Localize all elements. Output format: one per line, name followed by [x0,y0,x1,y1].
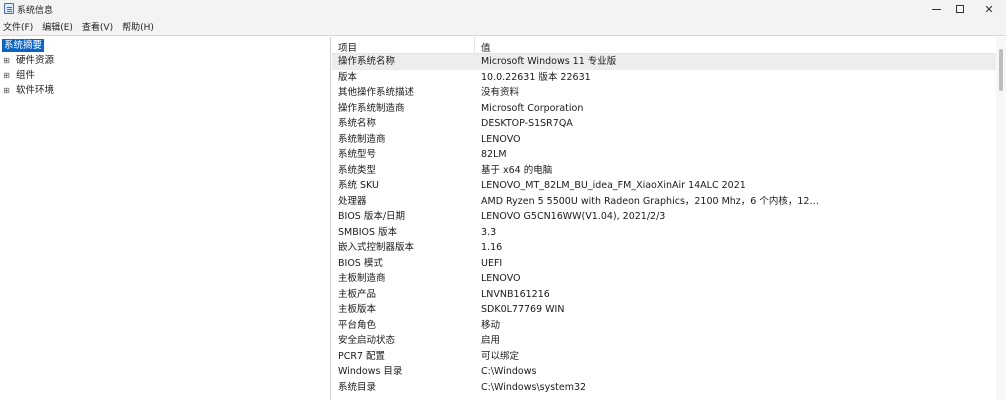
menu-bar: 文件(F) 编辑(E) 查看(V) 帮助(H) [0,18,1006,36]
row-item: 系统目录 [338,381,377,393]
row-item: BIOS 版本/日期 [338,211,406,222]
row-item: PCR7 配置 [338,350,386,362]
column-divider[interactable] [474,37,475,54]
row-value: 3.3 [481,226,497,238]
table-row[interactable]: 主板制造商 LENOVO [332,271,1006,287]
tree-item-label: 硬件资源 [16,54,55,66]
row-value: 1.16 [481,242,503,253]
row-item: 平台角色 [338,319,377,331]
table-row[interactable]: 版本 10.0.22631 版本 22631 [332,70,1006,86]
row-value: LENOVO [481,273,521,284]
title-bar: 系统信息 ✕ [0,0,1006,18]
row-value: LENOVO_MT_82LM_BU_idea_FM_XiaoXinAir 14A… [481,180,746,191]
row-item: 版本 [338,71,358,83]
row-value: LENOVO [481,133,521,145]
maximize-icon [956,5,964,13]
tree-item-label: 系统摘要 [2,38,45,52]
table-row[interactable]: 平台角色 移动 [332,318,1006,334]
row-value: 82LM [481,149,507,160]
row-value: LNVNB161216 [481,288,550,300]
row-value: 基于 x64 的电脑 [481,164,553,176]
close-button[interactable]: ✕ [969,0,1006,18]
table-row[interactable]: 系统制造商 LENOVO [332,132,1006,148]
row-item: SMBIOS 版本 [338,226,398,238]
row-value: C:\Windows\system32 [481,381,587,393]
row-item: 系统制造商 [338,133,386,145]
row-item: 系统类型 [338,164,377,176]
expand-icon[interactable]: ⊞ [2,56,11,65]
table-row[interactable]: Windows 目录 C:\Windows [332,364,1006,380]
close-icon: ✕ [984,2,994,16]
table-row[interactable]: BIOS 版本/日期 LENOVO G5CN16WW(V1.04), 2021/2… [332,209,1006,225]
expand-icon[interactable]: ⊞ [2,71,11,80]
row-value: Microsoft Corporation [481,102,584,114]
row-item: 主板版本 [338,304,377,315]
table-row[interactable]: 系统类型 基于 x64 的电脑 [332,163,1006,179]
row-value: AMD Ryzen 5 5500U with Radeon Graphics，2… [481,195,819,207]
row-value: 启用 [481,335,501,346]
window-title: 系统信息 [17,6,54,16]
row-item: 系统 SKU [338,180,379,191]
row-item: 系统型号 [338,149,377,160]
vertical-scrollbar[interactable] [996,37,1006,400]
tree-item-label: 软件环境 [16,84,55,96]
table-row[interactable]: 系统目录 C:\Windows\system32 [332,380,1006,396]
category-tree: 系统摘要 ⊞ 硬件资源 ⊞ 组件 ⊞ 软件环境 [0,37,331,400]
row-value: UEFI [481,257,503,269]
table-row[interactable]: 其他操作系统描述 没有资料 [332,85,1006,101]
row-value: Microsoft Windows 11 专业版 [481,56,617,67]
system-info-app-icon [4,3,14,14]
row-item: 处理器 [338,195,367,207]
row-item: BIOS 模式 [338,257,383,269]
expand-icon[interactable]: ⊞ [2,86,11,95]
row-item: 操作系统名称 [338,56,396,67]
row-item: 主板制造商 [338,273,386,284]
table-row[interactable]: 主板产品 LNVNB161216 [332,287,1006,303]
system-information-window: 系统信息 ✕ 文件(F) 编辑(E) 查看(V) 帮助(H) 系统摘要 ⊞ 硬件… [0,0,1006,400]
table-row[interactable]: 系统名称 DESKTOP-S1SR7QA [332,116,1006,132]
list-rows: 操作系统名称 Microsoft Windows 11 专业版版本 10.0.226… [332,54,1006,395]
table-row[interactable]: 系统 SKU LENOVO_MT_82LM_BU_idea_FM_XiaoXinA… [332,178,1006,194]
row-item: Windows 目录 [338,366,403,377]
row-value: LENOVO G5CN16WW(V1.04), 2021/2/3 [481,211,666,222]
row-value: DESKTOP-S1SR7QA [481,118,573,129]
scrollbar-thumb[interactable] [999,49,1003,91]
menu-help[interactable]: 帮助(H) [119,20,160,33]
table-row[interactable]: 处理器 AMD Ryzen 5 5500U with Radeon Graphic… [332,194,1006,210]
row-item: 操作系统制造商 [338,102,405,114]
tree-item-system-summary[interactable]: 系统摘要 [2,38,45,52]
row-item: 嵌入式控制器版本 [338,242,415,253]
table-row[interactable]: PCR7 配置 可以绑定 [332,349,1006,365]
row-item: 安全启动状态 [338,335,396,346]
row-value: 移动 [481,319,501,331]
tree-item-label: 组件 [16,69,36,81]
menu-edit[interactable]: 编辑(E) [39,20,79,33]
table-row[interactable]: SMBIOS 版本 3.3 [332,225,1006,241]
menu-view[interactable]: 查看(V) [79,20,119,33]
row-item: 主板产品 [338,288,377,300]
table-row[interactable]: 系统型号 82LM [332,147,1006,163]
tree-item-components[interactable]: ⊞ 组件 [2,68,37,82]
table-row[interactable]: 操作系统名称 Microsoft Windows 11 专业版 [332,54,1006,70]
list-header: 项目 值 [332,37,1006,54]
tree-item-hardware-resources[interactable]: ⊞ 硬件资源 [2,53,56,67]
menu-file[interactable]: 文件(F) [0,20,39,33]
row-value: 可以绑定 [481,350,520,362]
table-row[interactable]: 嵌入式控制器版本 1.16 [332,240,1006,256]
row-item: 其他操作系统描述 [338,87,415,98]
column-header-value[interactable]: 值 [481,40,491,54]
tree-item-software-environment[interactable]: ⊞ 软件环境 [2,83,56,97]
table-row[interactable]: 安全启动状态 启用 [332,333,1006,349]
row-value: C:\Windows [481,366,537,377]
table-row[interactable]: BIOS 模式 UEFI [332,256,1006,272]
row-value: SDK0L77769 WIN [481,304,565,315]
row-item: 系统名称 [338,118,377,129]
table-row[interactable]: 操作系统制造商 Microsoft Corporation [332,101,1006,117]
row-value: 没有资料 [481,87,520,98]
table-row[interactable]: 主板版本 SDK0L77769 WIN [332,302,1006,318]
row-value: 10.0.22631 版本 22631 [481,71,591,83]
details-list: 项目 值 操作系统名称 Microsoft Windows 11 专业版版本 10.… [332,37,1006,400]
column-header-item[interactable]: 项目 [338,40,357,54]
